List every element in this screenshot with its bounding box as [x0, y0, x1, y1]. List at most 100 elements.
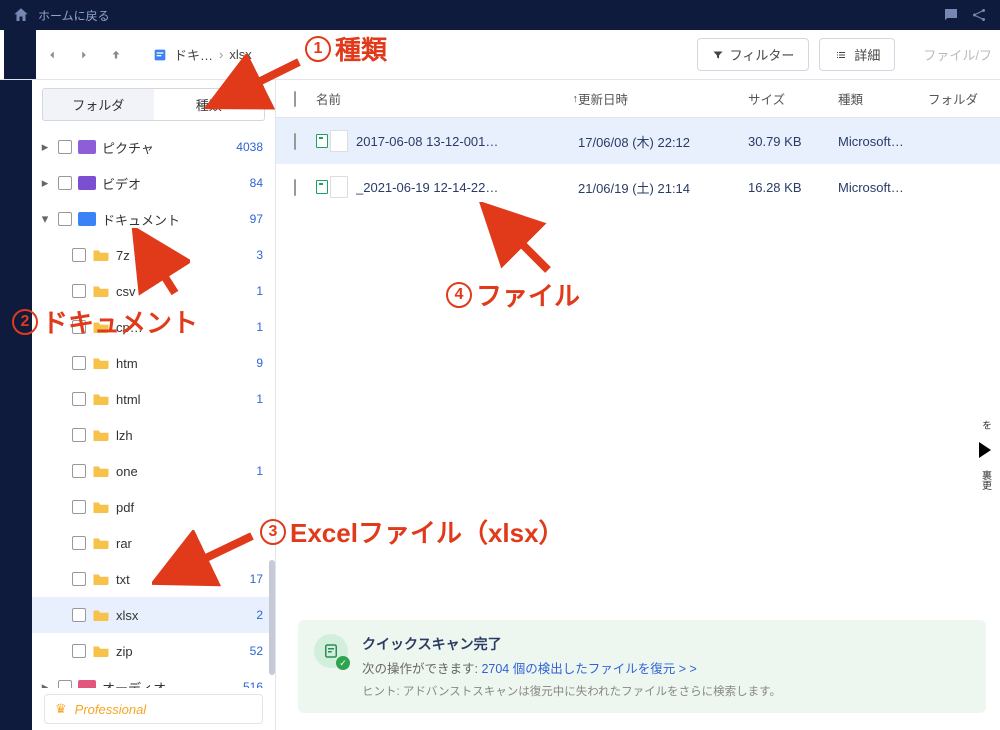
- tree: ▸ ピクチャ 4038 ▸ ビデオ 84 ▾ ドキュメン: [32, 129, 275, 688]
- feedback-icon[interactable]: [942, 6, 960, 24]
- checkbox[interactable]: [72, 248, 86, 262]
- checkbox-all[interactable]: [294, 91, 296, 107]
- detail-label: 詳細: [854, 45, 880, 64]
- file-date: 17/06/08 (木) 22:12: [578, 132, 748, 151]
- col-size[interactable]: サイズ: [748, 89, 838, 108]
- pro-label: Professional: [75, 702, 147, 717]
- tree-count: 516: [243, 680, 263, 688]
- bc-item-2[interactable]: xlsx: [229, 47, 251, 62]
- tree-item-one[interactable]: one1: [32, 453, 275, 489]
- file-row[interactable]: _2021-06-19 12-14-22… 21/06/19 (土) 21:14…: [276, 164, 1000, 210]
- folder-icon: [92, 464, 110, 478]
- tree-item-lzh[interactable]: lzh: [32, 417, 275, 453]
- checkbox[interactable]: [58, 212, 72, 226]
- upgrade-professional[interactable]: ♛ Professional: [44, 694, 263, 724]
- tree-item-html[interactable]: html1: [32, 381, 275, 417]
- bc-item-1[interactable]: ドキ…: [174, 45, 213, 64]
- col-size-label: サイズ: [748, 93, 785, 107]
- tree-label: xlsx: [116, 608, 256, 623]
- tree-label: lzh: [116, 428, 263, 443]
- checkbox[interactable]: [72, 320, 86, 334]
- quickscan-banner: ✓ クイックスキャン完了 次の操作ができます: 2704 個の検出したファイルを…: [298, 620, 986, 713]
- tree-item-xlsx[interactable]: xlsx2: [32, 597, 275, 633]
- checkbox[interactable]: [294, 133, 296, 150]
- tree-label: zip: [116, 644, 250, 659]
- folder-icon: [92, 500, 110, 514]
- tree-count: 2: [256, 608, 263, 622]
- banner-title: クイックスキャン完了: [362, 634, 781, 654]
- nav-up[interactable]: [102, 41, 130, 69]
- chevron-right-icon: ▸: [38, 139, 52, 155]
- checkbox[interactable]: [72, 428, 86, 442]
- checkbox[interactable]: [72, 572, 86, 586]
- folder-icon: [92, 428, 110, 442]
- tree-item-documents[interactable]: ▾ ドキュメント 97: [32, 201, 275, 237]
- scrollbar-thumb[interactable]: [269, 560, 275, 675]
- checkbox[interactable]: [72, 608, 86, 622]
- tree-item-audio[interactable]: ▸ オーディオ 516: [32, 669, 275, 688]
- nav-back[interactable]: [38, 41, 66, 69]
- tree-item-zip[interactable]: zip52: [32, 633, 275, 669]
- file-row[interactable]: 2017-06-08 13-12-001… 17/06/08 (木) 22:12…: [276, 118, 1000, 164]
- checkbox[interactable]: [72, 500, 86, 514]
- filter-button[interactable]: フィルター: [697, 38, 810, 71]
- tab-type[interactable]: 種類: [154, 89, 265, 120]
- checkbox[interactable]: [72, 284, 86, 298]
- play-icon[interactable]: [979, 442, 991, 458]
- banner-link[interactable]: 2704 個の検出したファイルを復元 > >: [481, 662, 696, 676]
- pictures-icon: [78, 140, 96, 154]
- col-type[interactable]: 種類: [838, 89, 928, 108]
- tree-item-htm[interactable]: htm9: [32, 345, 275, 381]
- col-date-label: 更新日時: [578, 93, 628, 107]
- tree-item-7z[interactable]: 7z3: [32, 237, 275, 273]
- tree-label: ビデオ: [102, 174, 250, 193]
- col-date[interactable]: 更新日時: [578, 89, 748, 108]
- share-icon[interactable]: [970, 6, 988, 24]
- checkbox[interactable]: [58, 176, 72, 190]
- documents-icon: [78, 212, 96, 226]
- checkbox[interactable]: [72, 536, 86, 550]
- nav-forward[interactable]: [70, 41, 98, 69]
- checkbox[interactable]: [72, 464, 86, 478]
- tree-item-csv[interactable]: csv1: [32, 273, 275, 309]
- tree-item-pdf[interactable]: pdf: [32, 489, 275, 525]
- scan-complete-icon: ✓: [314, 634, 348, 668]
- checkbox[interactable]: [72, 392, 86, 406]
- file-list: 2017-06-08 13-12-001… 17/06/08 (木) 22:12…: [276, 118, 1000, 210]
- checkbox[interactable]: [294, 179, 296, 196]
- checkbox[interactable]: [72, 644, 86, 658]
- tree-item-cp[interactable]: cp…1: [32, 309, 275, 345]
- tree-item-txt[interactable]: txt17: [32, 561, 275, 597]
- left-edge-bar: [0, 80, 32, 730]
- chevron-right-icon: ▸: [38, 175, 52, 191]
- tree-item-rar[interactable]: rar: [32, 525, 275, 561]
- tree-item-videos[interactable]: ▸ ビデオ 84: [32, 165, 275, 201]
- tree-item-pictures[interactable]: ▸ ピクチャ 4038: [32, 129, 275, 165]
- folder-icon: [92, 356, 110, 370]
- checkbox[interactable]: [58, 140, 72, 154]
- tree-label: pdf: [116, 500, 263, 515]
- home-link[interactable]: ホームに戻る: [12, 6, 110, 24]
- col-name[interactable]: 名前↑: [316, 89, 578, 108]
- checkbox[interactable]: [58, 680, 72, 688]
- tree-label: オーディオ: [102, 678, 243, 689]
- file-thumb: [316, 130, 356, 152]
- breadcrumb: ドキ… › xlsx: [152, 45, 252, 64]
- file-date: 21/06/19 (土) 21:14: [578, 178, 748, 197]
- document-icon: [152, 47, 168, 63]
- tree-label: csv: [116, 284, 256, 299]
- folder-icon: [92, 644, 110, 658]
- detail-button[interactable]: 詳細: [819, 38, 895, 71]
- sidebar: フォルダ 種類 ▸ ピクチャ 4038 ▸ ビデオ 84: [0, 80, 276, 730]
- tab-folder[interactable]: フォルダ: [43, 89, 154, 120]
- checkbox[interactable]: [72, 356, 86, 370]
- tree-count: 84: [250, 176, 263, 190]
- tree-label: ピクチャ: [102, 138, 236, 157]
- tab-folder-label: フォルダ: [72, 98, 124, 113]
- col-folder[interactable]: フォルダ: [928, 89, 988, 108]
- tree-count: 52: [250, 644, 263, 658]
- file-name: _2021-06-19 12-14-22…: [356, 180, 578, 195]
- folder-icon: [92, 248, 110, 262]
- truncated-button[interactable]: ファイル/フ: [905, 45, 992, 64]
- file-name: 2017-06-08 13-12-001…: [356, 134, 578, 149]
